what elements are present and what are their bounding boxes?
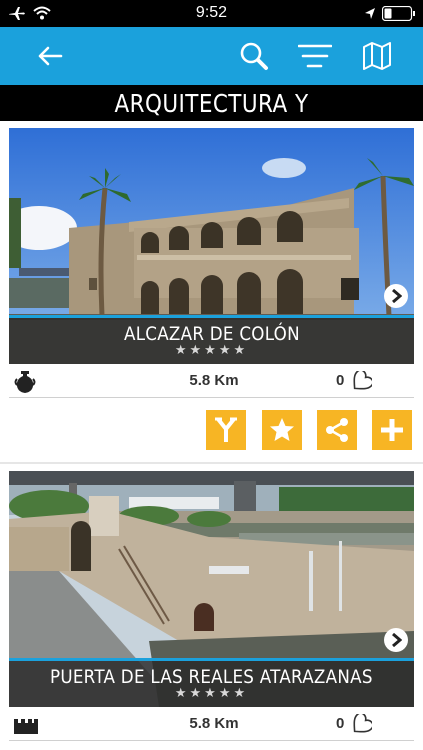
likes-count: 0 (336, 715, 345, 732)
map-button[interactable] (355, 27, 399, 85)
rating-stars: ★★★★★ (174, 686, 249, 701)
map-icon (363, 42, 391, 70)
chevron-right-icon (392, 289, 402, 303)
back-arrow-icon (38, 46, 63, 66)
plus-icon (381, 419, 403, 441)
heart-icon[interactable] (350, 371, 372, 393)
add-button[interactable] (372, 410, 412, 450)
nav-bar (0, 27, 423, 85)
search-button[interactable] (232, 27, 276, 85)
star-icon (270, 418, 294, 441)
place-info-row: 5.8 Km 0 (9, 367, 414, 398)
share-icon (326, 418, 348, 442)
action-buttons (0, 410, 423, 450)
rating-stars: ★★★★★ (174, 343, 249, 358)
route-button[interactable] (206, 410, 246, 450)
share-button[interactable] (317, 410, 357, 450)
back-button[interactable] (28, 27, 72, 85)
status-time: 9:52 (195, 4, 228, 21)
search-icon (240, 42, 268, 70)
heart-icon[interactable] (350, 714, 372, 736)
distance-label: 5.8 Km (189, 715, 239, 732)
next-arrow-button[interactable] (384, 284, 408, 308)
place-caption: ALCAZAR DE COLÓN ★★★★★ (9, 315, 414, 364)
place-name: ALCAZAR DE COLÓN (123, 323, 300, 345)
sort-filter-button[interactable] (293, 27, 337, 85)
battery-icon (382, 6, 415, 21)
place-card[interactable]: PUERTA DE LAS REALES ATARAZANAS ★★★★★ (9, 471, 414, 707)
location-arrow-icon (365, 8, 375, 19)
next-arrow-button[interactable] (384, 628, 408, 652)
section-title: ARQUITECTURA Y MONUMENTOS (0, 85, 423, 156)
card-divider (0, 462, 423, 464)
distance-label: 5.8 Km (189, 372, 239, 389)
status-bar: 9:52 (0, 0, 423, 27)
favorite-button[interactable] (262, 410, 302, 450)
likes-count: 0 (336, 372, 345, 389)
place-caption: PUERTA DE LAS REALES ATARAZANAS ★★★★★ (9, 658, 414, 707)
chevron-right-icon (392, 633, 402, 647)
place-info-row: 5.8 Km 0 (9, 710, 414, 741)
place-name: PUERTA DE LAS REALES ATARAZANAS (50, 666, 373, 688)
castle-icon (14, 719, 38, 734)
place-card[interactable]: ALCAZAR DE COLÓN ★★★★★ (9, 128, 414, 364)
sort-filter-icon (298, 44, 332, 68)
route-icon (215, 417, 237, 442)
amphora-icon (14, 371, 36, 393)
